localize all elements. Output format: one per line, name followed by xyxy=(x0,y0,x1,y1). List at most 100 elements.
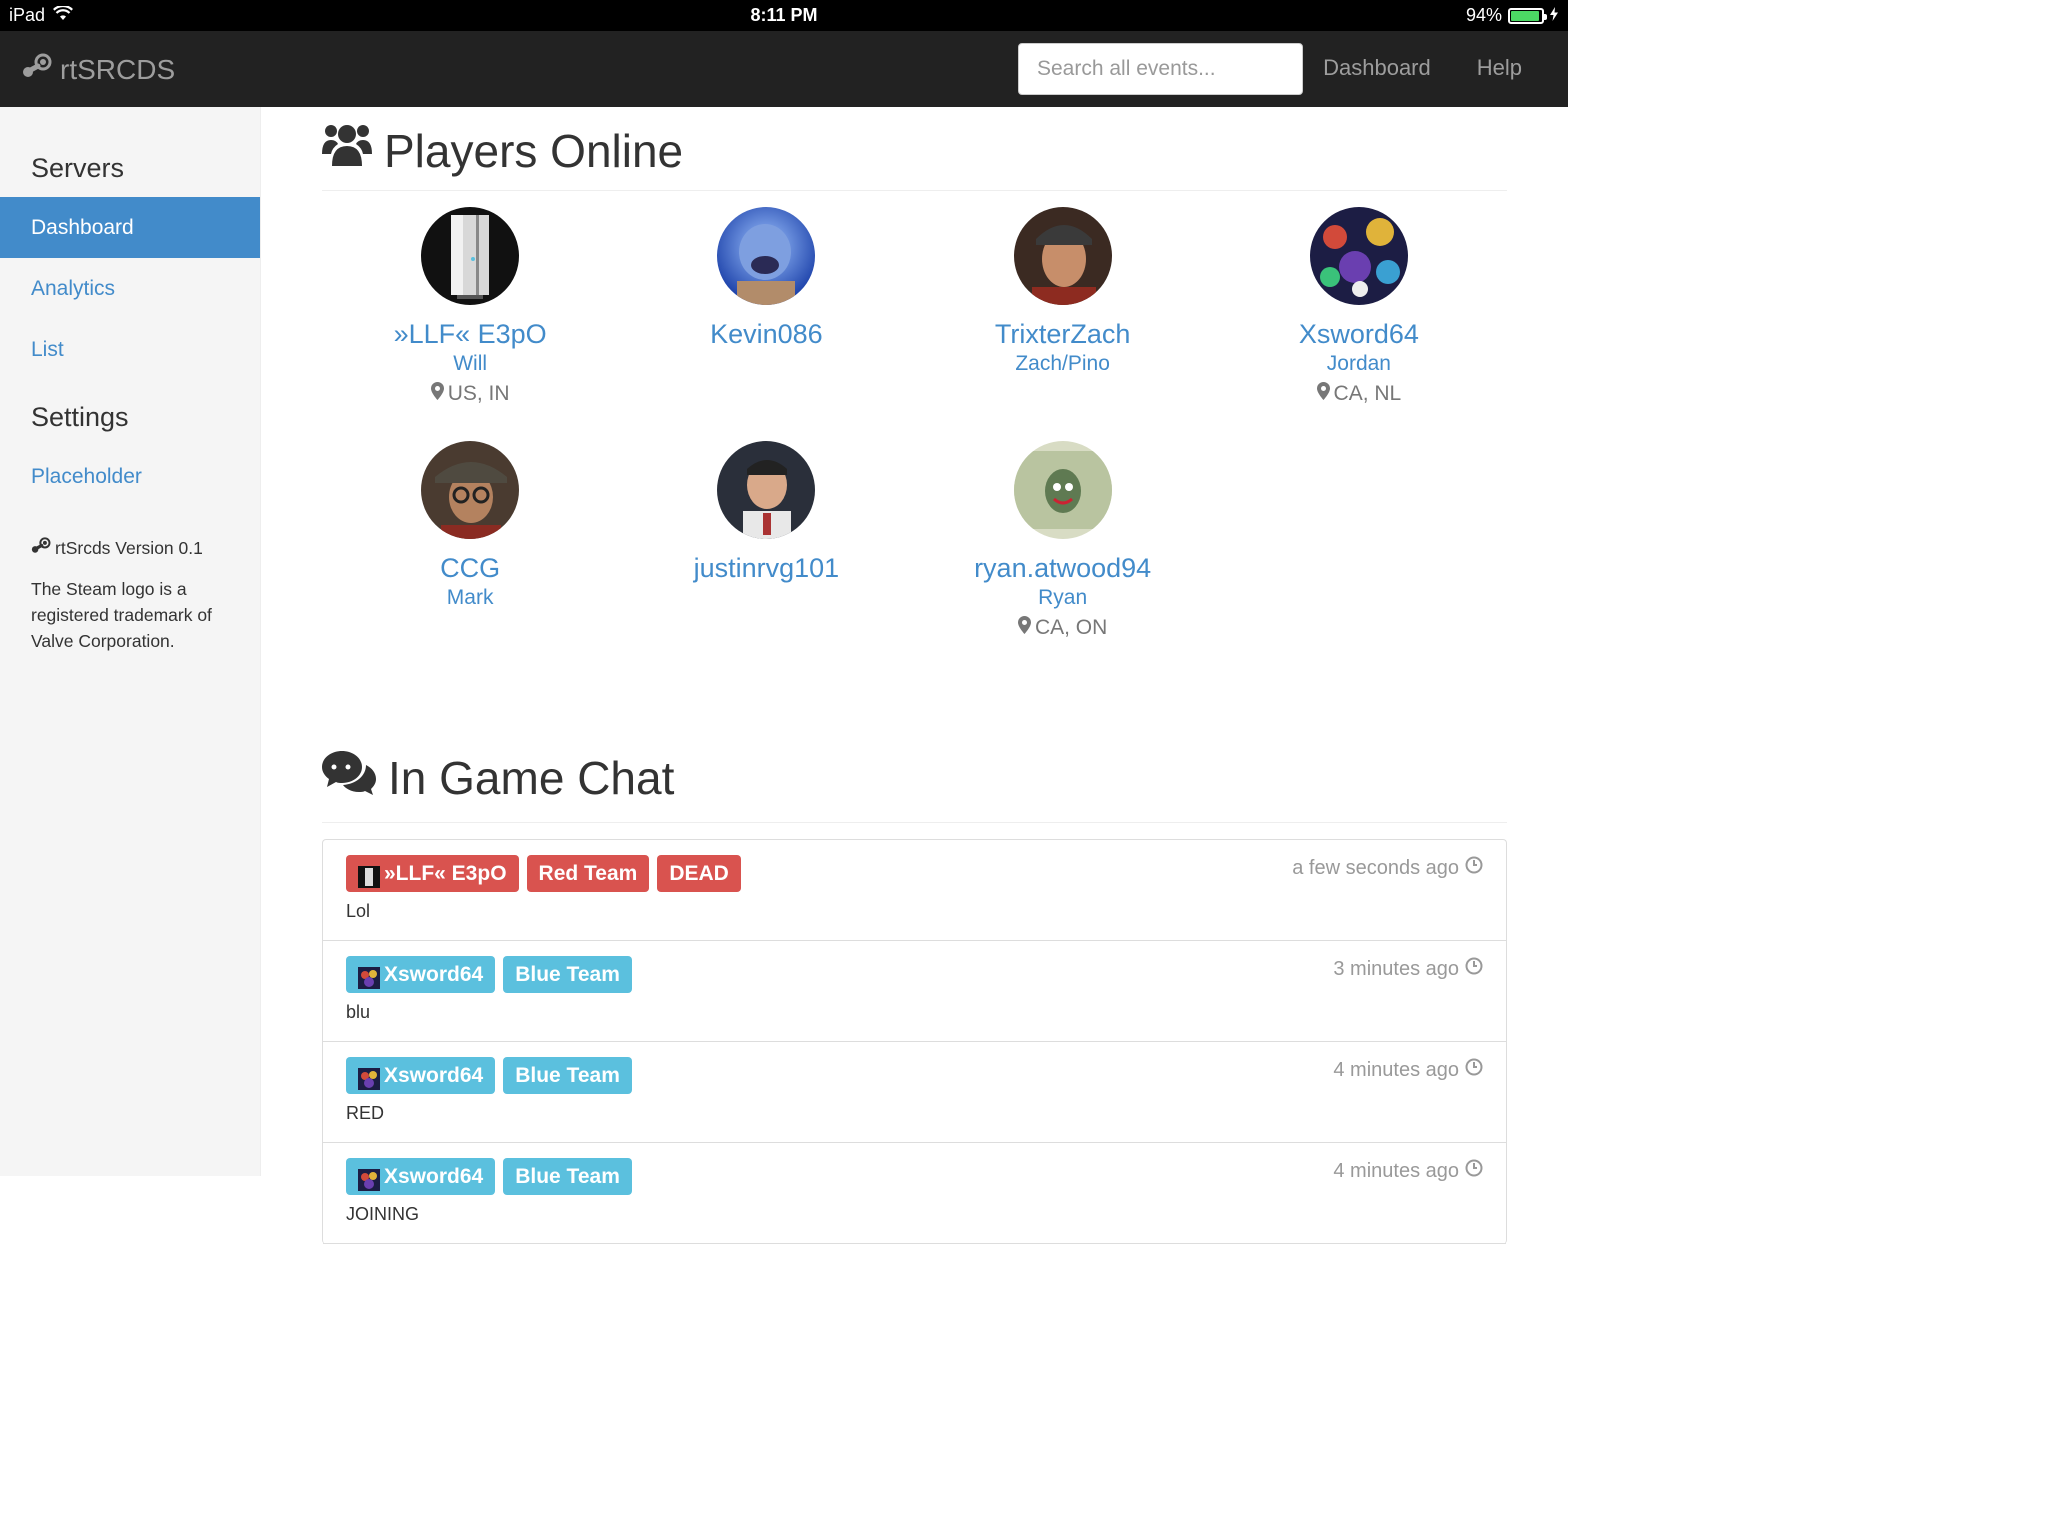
map-marker-icon xyxy=(1316,379,1330,409)
location-label: CA, ON xyxy=(1034,616,1108,639)
player-card[interactable]: »LLF« E3pO Will US, IN xyxy=(322,207,618,441)
map-marker-icon xyxy=(1017,613,1031,643)
player-card[interactable]: Kevin086 xyxy=(618,207,914,441)
in-game-chat-title: In Game Chat xyxy=(388,751,675,804)
chat-message-text: JOINING xyxy=(346,1204,420,1224)
clock-icon xyxy=(1465,1159,1483,1183)
location-label: US, IN xyxy=(447,382,510,405)
sidebar-item-placeholder[interactable]: Placeholder xyxy=(0,446,260,507)
timestamp: 4 minutes ago xyxy=(1333,1058,1483,1082)
team-badge: Blue Team xyxy=(503,956,632,993)
map-marker-icon xyxy=(430,379,444,409)
chat-list: »LLF« E3pO Red Team DEAD Lol a few secon… xyxy=(322,839,1507,1244)
steam-icon xyxy=(31,535,51,561)
chat-message: Xsword64 Blue Team JOINING 4 minutes ago xyxy=(323,1143,1506,1244)
timestamp-label: 4 minutes ago xyxy=(1333,1058,1459,1081)
player-name[interactable]: CCG xyxy=(440,553,500,583)
dead-badge: DEAD xyxy=(657,855,741,892)
player-badge[interactable]: Xsword64 xyxy=(346,1057,496,1094)
player-badge-label: »LLF« E3pO xyxy=(384,862,507,885)
timestamp-label: 3 minutes ago xyxy=(1333,957,1459,980)
player-real-name: Ryan xyxy=(1038,586,1088,609)
timestamp-label: 4 minutes ago xyxy=(1333,1159,1459,1182)
player-real-name: Jordan xyxy=(1326,352,1391,375)
player-name[interactable]: justinrvg101 xyxy=(694,553,840,583)
sidebar: Servers Dashboard Analytics List Setting… xyxy=(0,107,261,1176)
player-card[interactable]: justinrvg101 xyxy=(618,441,914,675)
player-real-name: Mark xyxy=(446,586,494,609)
players-online-header: Players Online xyxy=(322,107,1507,191)
chat-message: Xsword64 Blue Team RED 4 minutes ago xyxy=(323,1042,1506,1143)
version-label: rtSrcds Version 0.1 xyxy=(55,538,203,558)
avatar[interactable] xyxy=(421,207,520,305)
chat-message-text: blu xyxy=(346,1002,371,1022)
clock-icon xyxy=(1465,957,1483,981)
player-badge-label: Xsword64 xyxy=(384,963,484,986)
sidebar-item-analytics[interactable]: Analytics xyxy=(0,258,260,319)
chat-message-text: Lol xyxy=(346,901,371,921)
battery-icon xyxy=(1508,7,1547,24)
avatar[interactable] xyxy=(717,441,816,539)
nav-link-help[interactable]: Help xyxy=(1477,55,1522,81)
player-location: CA, ON xyxy=(1017,613,1108,643)
player-badge[interactable]: Xsword64 xyxy=(346,956,496,993)
timestamp-label: a few seconds ago xyxy=(1292,856,1459,879)
trademark-notice: The Steam logo is a registered trademark… xyxy=(31,579,212,651)
comments-icon xyxy=(322,749,376,806)
steam-icon xyxy=(22,53,52,86)
avatar-thumb xyxy=(358,964,380,989)
player-card[interactable]: ryan.atwood94 Ryan CA, ON xyxy=(915,441,1211,675)
player-card[interactable]: CCG Mark xyxy=(322,441,618,675)
avatar[interactable] xyxy=(1309,207,1408,305)
top-navbar: rtSRCDS Dashboard Help xyxy=(0,31,1568,107)
nav-link-dashboard[interactable]: Dashboard xyxy=(1323,55,1431,81)
players-online-title: Players Online xyxy=(384,124,684,177)
avatar[interactable] xyxy=(1013,441,1112,539)
avatar[interactable] xyxy=(717,207,816,305)
brand[interactable]: rtSRCDS xyxy=(22,53,175,86)
brand-label: rtSRCDS xyxy=(60,53,176,85)
player-real-name: Will xyxy=(453,352,488,375)
player-name[interactable]: ryan.atwood94 xyxy=(974,553,1151,583)
clock-icon xyxy=(1465,856,1483,880)
player-location: CA, NL xyxy=(1316,379,1402,409)
sidebar-item-dashboard[interactable]: Dashboard xyxy=(0,197,260,258)
location-label: CA, NL xyxy=(1333,382,1402,405)
clock-icon xyxy=(1465,1058,1483,1082)
player-badge-label: Xsword64 xyxy=(384,1165,484,1188)
timestamp: 3 minutes ago xyxy=(1333,957,1483,981)
chat-message: »LLF« E3pO Red Team DEAD Lol a few secon… xyxy=(323,840,1506,941)
timestamp: 4 minutes ago xyxy=(1333,1159,1483,1183)
player-card[interactable]: Xsword64 Jordan CA, NL xyxy=(1211,207,1507,441)
avatar[interactable] xyxy=(1013,207,1112,305)
status-bar: iPad 8:11 PM 94% xyxy=(0,0,1568,31)
team-badge: Blue Team xyxy=(503,1057,632,1094)
player-badge[interactable]: Xsword64 xyxy=(346,1158,496,1195)
player-location: US, IN xyxy=(430,379,510,409)
chat-message-text: RED xyxy=(346,1103,385,1123)
player-name[interactable]: Xsword64 xyxy=(1299,319,1419,349)
avatar[interactable] xyxy=(421,441,520,539)
version-info: rtSrcds Version 0.1 xyxy=(31,535,240,561)
player-real-name: Zach/Pino xyxy=(1015,352,1110,375)
users-icon xyxy=(322,122,372,179)
player-name[interactable]: Kevin086 xyxy=(710,319,823,349)
avatar-thumb xyxy=(358,1065,380,1090)
charging-icon xyxy=(1550,5,1558,26)
timestamp: a few seconds ago xyxy=(1292,856,1483,880)
in-game-chat-header: In Game Chat xyxy=(322,733,1507,823)
avatar-thumb xyxy=(358,863,380,888)
search-input[interactable] xyxy=(1018,43,1303,95)
servers-heading: Servers xyxy=(31,153,125,183)
chat-message: Xsword64 Blue Team blu 3 minutes ago xyxy=(323,941,1506,1042)
battery-percent: 94% xyxy=(1465,5,1502,25)
settings-heading: Settings xyxy=(31,402,129,432)
player-badge[interactable]: »LLF« E3pO xyxy=(346,855,519,892)
player-name[interactable]: TrixterZach xyxy=(995,319,1131,349)
clock: 8:11 PM xyxy=(750,5,818,25)
sidebar-item-list[interactable]: List xyxy=(0,319,260,380)
player-name[interactable]: »LLF« E3pO xyxy=(394,319,547,349)
player-card[interactable]: TrixterZach Zach/Pino xyxy=(915,207,1211,441)
avatar-thumb xyxy=(358,1166,380,1191)
team-badge: Red Team xyxy=(526,855,650,892)
